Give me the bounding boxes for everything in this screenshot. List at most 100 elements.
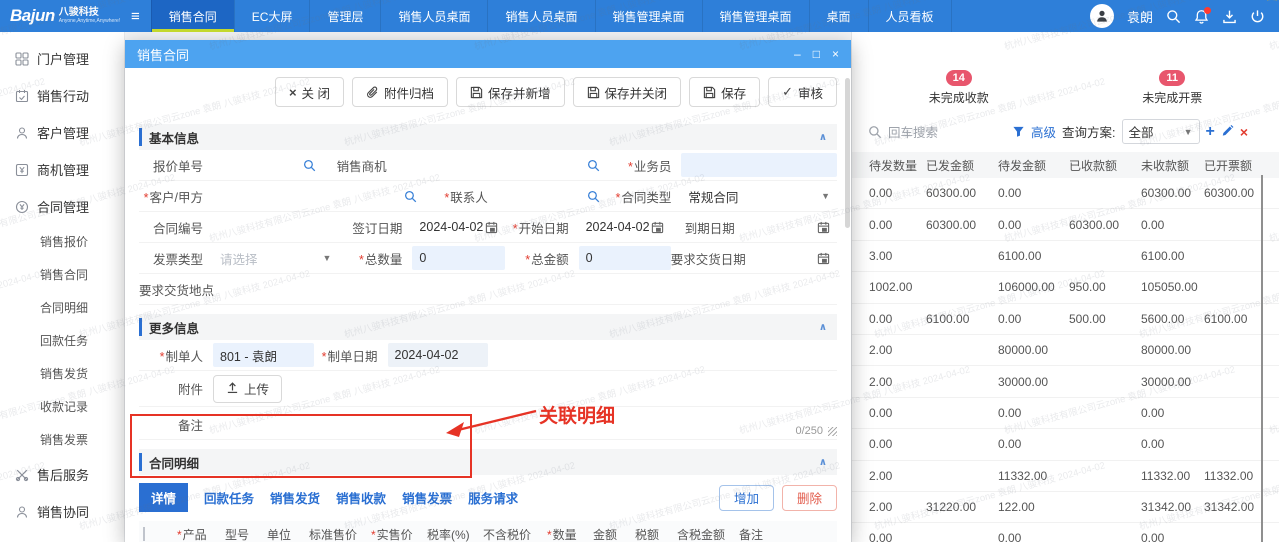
input-field[interactable]: 801 - 袁朗 bbox=[213, 343, 314, 367]
sidebar-item[interactable]: 门户管理 bbox=[0, 40, 124, 77]
table-row[interactable]: 0.006100.000.00500.005600.006100.00 bbox=[852, 304, 1279, 335]
table-row[interactable]: 0.000.000.00 bbox=[852, 398, 1279, 429]
bell-icon[interactable] bbox=[1194, 9, 1209, 24]
badge-uninvoiced[interactable]: 11未完成开票 bbox=[1066, 68, 1279, 106]
search-input[interactable]: 回车搜索 bbox=[888, 122, 1006, 141]
topbar-tab[interactable]: 桌面 bbox=[809, 0, 868, 32]
detail-tab[interactable]: 详情 bbox=[139, 483, 188, 512]
download-icon[interactable] bbox=[1222, 9, 1237, 24]
topbar-tab[interactable]: 人员看板 bbox=[868, 0, 952, 32]
menu-icon[interactable]: ≡ bbox=[120, 0, 151, 32]
add-plan-icon[interactable]: + bbox=[1206, 124, 1215, 140]
sidebar-item[interactable]: 销售行动 bbox=[0, 77, 124, 114]
input-field[interactable]: 2024-04-02 bbox=[579, 215, 671, 239]
input-field[interactable] bbox=[681, 153, 837, 177]
search-icon[interactable] bbox=[404, 190, 417, 203]
input-field[interactable]: 0 bbox=[579, 246, 671, 270]
input-field[interactable] bbox=[745, 215, 837, 239]
topbar-tab[interactable]: 销售合同 bbox=[151, 0, 234, 32]
table-row[interactable]: 3.006100.006100.00 bbox=[852, 241, 1279, 272]
detail-tab[interactable]: 服务请求 bbox=[468, 488, 518, 507]
calendar-icon[interactable] bbox=[651, 221, 664, 234]
sidebar-subitem[interactable]: 收款记录 bbox=[0, 390, 124, 423]
sidebar-subitem[interactable]: 销售发票 bbox=[0, 423, 124, 456]
toolbar-button[interactable]: 保存 bbox=[689, 77, 760, 107]
input-field[interactable] bbox=[213, 215, 338, 239]
search-icon[interactable] bbox=[303, 159, 316, 172]
badge-uncollected[interactable]: 14未完成收款 bbox=[852, 68, 1066, 106]
sidebar-item[interactable]: 合同管理 bbox=[0, 188, 124, 225]
topbar-tab[interactable]: 销售人员桌面 bbox=[380, 0, 487, 32]
remark-textarea[interactable] bbox=[213, 415, 837, 439]
topbar-tab[interactable]: 销售管理桌面 bbox=[595, 0, 702, 32]
audit-button[interactable]: ✓审核 bbox=[768, 77, 837, 107]
table-row[interactable]: 2.0080000.0080000.00 bbox=[852, 335, 1279, 366]
search-icon[interactable] bbox=[587, 159, 600, 172]
toolbar-button[interactable]: ×关 闭 bbox=[275, 77, 344, 107]
upload-button[interactable]: 上传 bbox=[213, 375, 282, 403]
query-plan-select[interactable]: 全部 ▼ bbox=[1122, 119, 1200, 144]
select-all-checkbox[interactable] bbox=[143, 527, 145, 541]
calendar-icon[interactable] bbox=[817, 221, 830, 234]
lookup-field[interactable] bbox=[213, 184, 424, 208]
collapse-chevron-icon[interactable]: ∧ bbox=[819, 132, 827, 143]
topbar-tab[interactable]: 销售管理桌面 bbox=[702, 0, 809, 32]
input-field[interactable] bbox=[756, 246, 837, 270]
table-row[interactable]: 1002.00106000.00950.00105050.00 bbox=[852, 272, 1279, 303]
power-icon[interactable] bbox=[1250, 9, 1265, 24]
table-row[interactable]: 0.0060300.000.0060300.0060300.00 bbox=[852, 178, 1279, 209]
lookup-field[interactable] bbox=[498, 184, 608, 208]
collapse-chevron-icon[interactable]: ∧ bbox=[819, 457, 827, 468]
modal-scrollbar[interactable] bbox=[845, 78, 850, 228]
detail-tab[interactable]: 销售收款 bbox=[336, 488, 386, 507]
username[interactable]: 袁朗 bbox=[1127, 7, 1153, 26]
search-icon[interactable] bbox=[868, 125, 882, 139]
lookup-field[interactable] bbox=[213, 153, 323, 177]
topbar-tab[interactable]: EC大屏 bbox=[234, 0, 310, 32]
delete-plan-icon[interactable]: × bbox=[1240, 125, 1248, 139]
resize-handle[interactable] bbox=[828, 427, 837, 436]
scrollbar[interactable] bbox=[1261, 175, 1263, 542]
sidebar-subitem[interactable]: 合同明细 bbox=[0, 291, 124, 324]
maximize-icon[interactable]: □ bbox=[813, 48, 820, 60]
add-button[interactable]: 增加 bbox=[719, 485, 774, 511]
advanced-link[interactable]: 高级 bbox=[1031, 122, 1056, 141]
search-icon[interactable] bbox=[587, 190, 600, 203]
select-field[interactable]: 常规合同▼ bbox=[681, 184, 837, 208]
sidebar-subitem[interactable]: 销售报价 bbox=[0, 225, 124, 258]
modal-header[interactable]: 销售合同 – □ × bbox=[125, 40, 851, 68]
table-row[interactable]: 0.000.000.00 bbox=[852, 429, 1279, 460]
sidebar-item[interactable]: 销售协同 bbox=[0, 493, 124, 530]
toolbar-button[interactable]: 保存并关闭 bbox=[573, 77, 682, 107]
sidebar-item[interactable]: 售后服务 bbox=[0, 456, 124, 493]
table-row[interactable]: 2.0011332.0011332.0011332.00 bbox=[852, 461, 1279, 492]
table-row[interactable]: 2.0031220.00122.0031342.0031342.00 bbox=[852, 492, 1279, 523]
input-field[interactable]: 2024-04-02 bbox=[412, 215, 504, 239]
filter-icon[interactable] bbox=[1012, 125, 1025, 138]
sidebar-item[interactable]: 客户管理 bbox=[0, 114, 124, 151]
calendar-icon[interactable] bbox=[485, 221, 498, 234]
toolbar-button[interactable]: 附件归档 bbox=[352, 77, 448, 107]
avatar[interactable] bbox=[1090, 4, 1114, 28]
toolbar-button[interactable]: 保存并新增 bbox=[456, 77, 565, 107]
search-icon[interactable] bbox=[1166, 9, 1181, 24]
lookup-field[interactable] bbox=[397, 153, 608, 177]
input-field[interactable]: 2024-04-02 bbox=[388, 343, 489, 367]
topbar-tab[interactable]: 管理层 bbox=[309, 0, 380, 32]
sidebar-subitem[interactable]: 销售发货 bbox=[0, 357, 124, 390]
sidebar-item[interactable]: 商机管理 bbox=[0, 151, 124, 188]
sidebar-item[interactable]: BI分析 bbox=[0, 530, 124, 542]
detail-tab[interactable]: 销售发货 bbox=[270, 488, 320, 507]
calendar-icon[interactable] bbox=[817, 252, 830, 265]
detail-tab[interactable]: 销售发票 bbox=[402, 488, 452, 507]
table-row[interactable]: 2.0030000.0030000.00 bbox=[852, 366, 1279, 397]
close-icon[interactable]: × bbox=[832, 48, 839, 60]
detail-tab[interactable]: 回款任务 bbox=[204, 488, 254, 507]
input-field[interactable]: 0 bbox=[412, 246, 504, 270]
minimize-icon[interactable]: – bbox=[794, 48, 801, 60]
edit-icon[interactable] bbox=[1221, 125, 1234, 138]
collapse-chevron-icon[interactable]: ∧ bbox=[819, 322, 827, 333]
table-row[interactable]: 0.000.000.00 bbox=[852, 523, 1279, 542]
sidebar-subitem[interactable]: 销售合同 bbox=[0, 258, 124, 291]
topbar-tab[interactable]: 销售人员桌面 bbox=[487, 0, 594, 32]
